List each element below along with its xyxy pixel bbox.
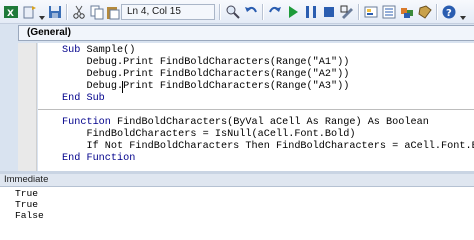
paste-icon[interactable]: [104, 3, 122, 21]
svg-text:?: ?: [446, 8, 452, 19]
insert-dropdown-icon[interactable]: [39, 8, 46, 20]
cursor-position-status: Ln 4, Col 15: [121, 4, 215, 20]
undo-icon[interactable]: [242, 3, 260, 21]
code-line[interactable]: Debug.Print FindBoldCharacters(Range("A1…: [62, 57, 349, 69]
find-icon[interactable]: [224, 3, 242, 21]
object-combo[interactable]: (General): [18, 25, 474, 41]
reset-icon[interactable]: [320, 3, 338, 21]
code-editor[interactable]: Sub Sample() Debug.Print FindBoldCharact…: [38, 43, 474, 171]
svg-text:X: X: [7, 9, 14, 19]
immediate-output-line: False: [15, 210, 44, 221]
code-line[interactable]: Debug.Print FindBoldCharacters(Range("A2…: [62, 69, 349, 81]
properties-icon[interactable]: [380, 3, 398, 21]
code-line[interactable]: End Sub: [62, 93, 105, 105]
redo-icon[interactable]: [266, 3, 284, 21]
cut-icon[interactable]: [70, 3, 88, 21]
toolbar-options-icon[interactable]: [460, 8, 467, 20]
code-line[interactable]: FindBoldCharacters = IsNull(aCell.Font.B…: [62, 129, 355, 141]
toolbox-icon[interactable]: [416, 3, 434, 21]
immediate-output-line: True: [15, 199, 39, 210]
code-line[interactable]: Function FindBoldCharacters(ByVal aCell …: [62, 117, 429, 129]
code-line[interactable]: If Not FindBoldCharacters Then FindBoldC…: [62, 141, 474, 153]
save-icon[interactable]: [46, 3, 64, 21]
immediate-window[interactable]: True True False: [0, 187, 474, 222]
insert-icon[interactable]: [21, 3, 39, 21]
run-icon[interactable]: [284, 3, 302, 21]
project-explorer-icon[interactable]: [362, 3, 380, 21]
object-browser-icon[interactable]: [398, 3, 416, 21]
procedure-separator: [38, 109, 474, 110]
view-excel-icon[interactable]: X: [2, 3, 20, 21]
code-line[interactable]: Sub Sample(): [62, 45, 135, 57]
text-caret: [122, 81, 123, 93]
design-mode-icon[interactable]: [338, 3, 356, 21]
code-line[interactable]: End Function: [62, 153, 135, 165]
help-icon[interactable]: ?: [440, 3, 458, 21]
break-icon[interactable]: [302, 3, 320, 21]
code-window: (General) Sub Sample() Debug.Print FindB…: [0, 24, 474, 171]
immediate-output-line: True: [15, 188, 39, 199]
immediate-window-title: Immediate: [0, 174, 474, 187]
margin-indicator-bar[interactable]: [18, 43, 37, 171]
standard-toolbar: X Ln 4, Col 15 ?: [0, 0, 474, 24]
code-line[interactable]: Debug.Print FindBoldCharacters(Range("A3…: [62, 81, 349, 93]
